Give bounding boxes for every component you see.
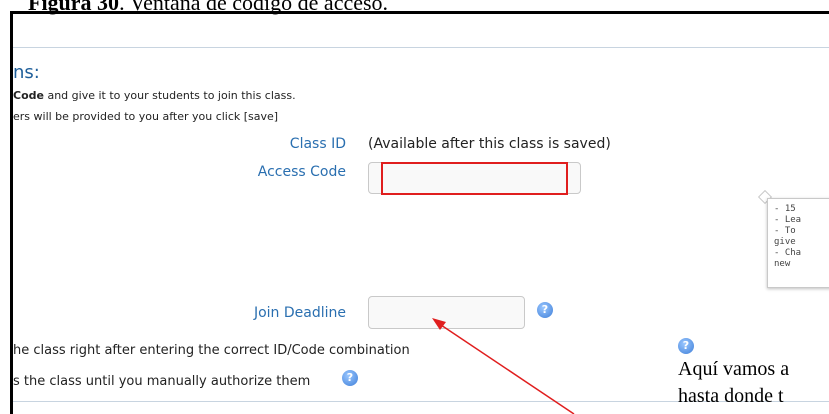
annotation-arrow — [432, 318, 575, 414]
